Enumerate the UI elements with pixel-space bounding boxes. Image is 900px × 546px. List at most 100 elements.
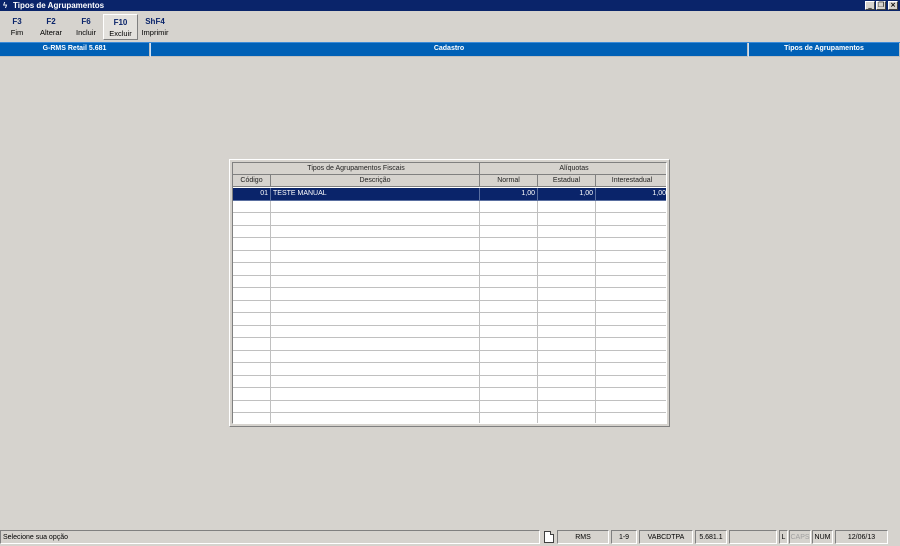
- empty-cell[interactable]: [233, 288, 271, 301]
- empty-cell[interactable]: [538, 300, 596, 313]
- empty-cell[interactable]: [538, 275, 596, 288]
- table-row[interactable]: [233, 388, 666, 401]
- empty-cell[interactable]: [271, 350, 480, 363]
- cell-codigo[interactable]: 01: [233, 188, 271, 201]
- empty-cell[interactable]: [233, 413, 271, 423]
- empty-cell[interactable]: [480, 200, 538, 213]
- empty-cell[interactable]: [233, 263, 271, 276]
- empty-cell[interactable]: [480, 388, 538, 401]
- table-row[interactable]: [233, 263, 666, 276]
- empty-cell[interactable]: [480, 413, 538, 423]
- empty-cell[interactable]: [271, 250, 480, 263]
- empty-cell[interactable]: [271, 325, 480, 338]
- table-row[interactable]: [233, 413, 666, 423]
- table-row[interactable]: [233, 275, 666, 288]
- cell-interestadual[interactable]: 1,00: [596, 188, 666, 201]
- table-row[interactable]: [233, 363, 666, 376]
- empty-cell[interactable]: [480, 325, 538, 338]
- empty-cell[interactable]: [596, 288, 666, 301]
- empty-cell[interactable]: [233, 250, 271, 263]
- empty-cell[interactable]: [538, 263, 596, 276]
- table-row[interactable]: [233, 238, 666, 251]
- empty-cell[interactable]: [596, 363, 666, 376]
- empty-cell[interactable]: [596, 301, 666, 313]
- empty-cell[interactable]: [480, 250, 538, 263]
- table-row[interactable]: [233, 338, 666, 351]
- empty-cell[interactable]: [233, 350, 271, 363]
- empty-cell[interactable]: [233, 238, 271, 251]
- empty-cell[interactable]: [233, 363, 271, 376]
- empty-cell[interactable]: [480, 225, 538, 238]
- empty-cell[interactable]: [538, 413, 596, 423]
- empty-cell[interactable]: [233, 375, 271, 388]
- table-row[interactable]: [233, 313, 666, 326]
- table-row[interactable]: [233, 350, 666, 363]
- empty-cell[interactable]: [596, 213, 666, 226]
- empty-cell[interactable]: [233, 338, 271, 351]
- empty-cell[interactable]: [538, 400, 596, 413]
- empty-cell[interactable]: [233, 213, 271, 226]
- table-row[interactable]: [233, 213, 666, 226]
- imprimir-button[interactable]: ShF4 Imprimir: [140, 14, 170, 40]
- empty-cell[interactable]: [233, 225, 271, 238]
- empty-cell[interactable]: [271, 200, 480, 213]
- alterar-button[interactable]: F2 Alterar: [36, 14, 66, 40]
- empty-cell[interactable]: [538, 213, 596, 226]
- empty-cell[interactable]: [596, 351, 666, 363]
- table-row[interactable]: [233, 325, 666, 338]
- empty-cell[interactable]: [480, 300, 538, 313]
- table-row[interactable]: [233, 300, 666, 313]
- empty-cell[interactable]: [596, 376, 666, 388]
- empty-cell[interactable]: [271, 275, 480, 288]
- empty-cell[interactable]: [271, 213, 480, 226]
- table-row[interactable]: [233, 288, 666, 301]
- empty-cell[interactable]: [538, 363, 596, 376]
- empty-cell[interactable]: [271, 388, 480, 401]
- empty-cell[interactable]: [480, 375, 538, 388]
- minimize-button[interactable]: _: [865, 1, 875, 10]
- empty-cell[interactable]: [271, 225, 480, 238]
- empty-cell[interactable]: [596, 201, 666, 213]
- empty-cell[interactable]: [596, 276, 666, 288]
- empty-cell[interactable]: [596, 413, 666, 423]
- cell-estadual[interactable]: 1,00: [538, 188, 596, 201]
- close-button[interactable]: ×: [888, 1, 898, 10]
- table-row[interactable]: [233, 200, 666, 213]
- empty-cell[interactable]: [233, 400, 271, 413]
- empty-cell[interactable]: [596, 226, 666, 238]
- restore-button[interactable]: ❐: [876, 1, 886, 10]
- empty-cell[interactable]: [596, 388, 666, 401]
- table-row[interactable]: [233, 400, 666, 413]
- empty-cell[interactable]: [480, 263, 538, 276]
- empty-cell[interactable]: [271, 313, 480, 326]
- col-interestadual[interactable]: Interestadual: [596, 175, 666, 187]
- empty-cell[interactable]: [538, 313, 596, 326]
- empty-cell[interactable]: [596, 263, 666, 276]
- empty-cell[interactable]: [538, 388, 596, 401]
- empty-cell[interactable]: [233, 300, 271, 313]
- table-row[interactable]: 01 TESTE MANUAL 1,00 1,00 1,00: [233, 188, 666, 201]
- cell-descricao[interactable]: TESTE MANUAL: [271, 188, 480, 201]
- empty-cell[interactable]: [538, 238, 596, 251]
- col-normal[interactable]: Normal: [480, 175, 538, 187]
- empty-cell[interactable]: [480, 363, 538, 376]
- empty-cell[interactable]: [271, 413, 480, 423]
- empty-cell[interactable]: [233, 388, 271, 401]
- table-row[interactable]: [233, 375, 666, 388]
- empty-cell[interactable]: [480, 275, 538, 288]
- empty-cell[interactable]: [480, 313, 538, 326]
- empty-cell[interactable]: [271, 363, 480, 376]
- empty-cell[interactable]: [596, 238, 666, 251]
- fim-button[interactable]: F3 Fim: [4, 14, 30, 40]
- empty-cell[interactable]: [538, 250, 596, 263]
- empty-cell[interactable]: [480, 213, 538, 226]
- empty-cell[interactable]: [271, 263, 480, 276]
- col-descricao[interactable]: Descrição: [271, 175, 480, 187]
- col-estadual[interactable]: Estadual: [538, 175, 596, 187]
- col-codigo[interactable]: Código: [233, 175, 271, 187]
- agrupamentos-grid[interactable]: Tipos de Agrupamentos Fiscais Alíquotas …: [232, 162, 667, 424]
- empty-cell[interactable]: [480, 238, 538, 251]
- empty-cell[interactable]: [271, 400, 480, 413]
- empty-cell[interactable]: [538, 325, 596, 338]
- empty-cell[interactable]: [538, 225, 596, 238]
